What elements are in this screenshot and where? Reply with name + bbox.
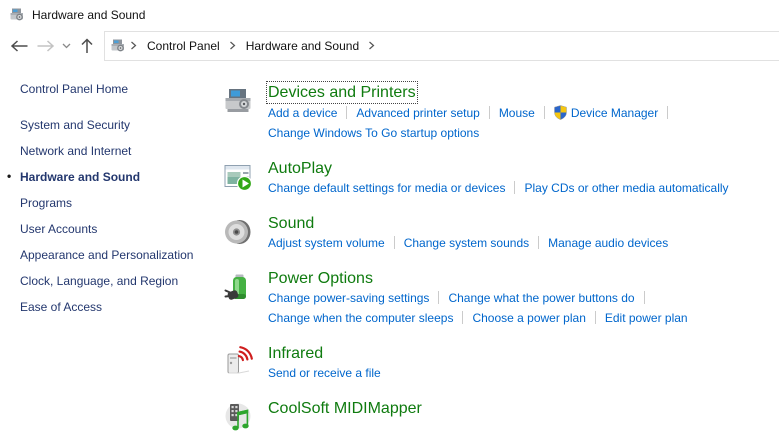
link-separator <box>438 291 439 304</box>
section-body: CoolSoft MIDIMapper <box>268 399 422 433</box>
link-separator <box>394 236 395 249</box>
link-add-a-device[interactable]: Add a device <box>268 106 337 120</box>
sidebar-item-label: User Accounts <box>20 222 97 236</box>
sidebar-item-clock-language-and-region[interactable]: Clock, Language, and Region <box>20 273 210 289</box>
midimapper-icon <box>222 401 254 433</box>
active-item-bullet: • <box>7 168 11 184</box>
section-title-infrared[interactable]: Infrared <box>268 344 323 363</box>
breadcrumb-control-panel[interactable]: Control Panel <box>142 39 225 53</box>
sidebar-item-user-accounts[interactable]: User Accounts <box>20 221 210 237</box>
breadcrumb-chevron-icon[interactable] <box>364 41 380 50</box>
hardware-and-sound-icon <box>9 7 25 23</box>
task-links-row: Send or receive a file <box>268 366 381 381</box>
task-links-row: Change Windows To Go startup options <box>268 126 677 141</box>
section-title-power-options[interactable]: Power Options <box>268 269 373 288</box>
section-sound: Sound Adjust system volume Change system s… <box>222 214 779 256</box>
autoplay-icon <box>222 161 254 193</box>
section-body: AutoPlay Change default settings for medi… <box>268 159 729 201</box>
link-edit-power-plan[interactable]: Edit power plan <box>605 311 688 325</box>
sidebar-item-label: System and Security <box>20 118 130 132</box>
link-change-power-saving-settings[interactable]: Change power-saving settings <box>268 291 429 305</box>
breadcrumb-chevron-icon[interactable] <box>126 41 142 50</box>
breadcrumb-hardware-and-sound[interactable]: Hardware and Sound <box>241 39 364 53</box>
link-separator <box>462 311 463 324</box>
link-device-manager[interactable]: Device Manager <box>554 106 658 120</box>
link-separator <box>346 106 347 119</box>
sidebar-item-label: Control Panel Home <box>20 82 128 96</box>
link-change-system-sounds[interactable]: Change system sounds <box>404 236 529 250</box>
window-title: Hardware and Sound <box>32 8 145 22</box>
up-arrow-icon[interactable] <box>74 33 100 59</box>
link-choose-a-power-plan[interactable]: Choose a power plan <box>472 311 585 325</box>
section-title-coolsoft-midimapper[interactable]: CoolSoft MIDIMapper <box>268 399 422 418</box>
breadcrumb-chevron-icon[interactable] <box>225 41 241 50</box>
section-autoplay: AutoPlay Change default settings for medi… <box>222 159 779 201</box>
section-body: Sound Adjust system volume Change system s… <box>268 214 668 256</box>
titlebar: Hardware and Sound <box>0 0 779 30</box>
control-panel-window: Hardware and Sound <box>0 0 779 446</box>
section-body: Power Options Change power-saving setting… <box>268 269 688 331</box>
infrared-icon <box>222 346 254 378</box>
sidebar-item-ease-of-access[interactable]: Ease of Access <box>20 299 210 315</box>
link-separator <box>644 291 645 304</box>
navigation-bar: Control Panel Hardware and Sound <box>0 30 779 62</box>
link-separator <box>595 311 596 324</box>
sidebar-item-label: Ease of Access <box>20 300 102 314</box>
section-devices-and-printers: Devices and Printers Add a device Advanced… <box>222 83 779 146</box>
task-links-row: Adjust system volume Change system sounds… <box>268 236 668 251</box>
link-adjust-system-volume[interactable]: Adjust system volume <box>268 236 385 250</box>
sidebar-item-label: Appearance and Personalization <box>20 248 193 262</box>
sidebar-item-label: Programs <box>20 196 72 210</box>
sidebar-item-control-panel-home[interactable]: Control Panel Home <box>20 81 210 97</box>
back-arrow-icon[interactable] <box>6 33 32 59</box>
link-change-default-settings-for-media-or-devices[interactable]: Change default settings for media or dev… <box>268 181 505 195</box>
task-links-row: Change default settings for media or dev… <box>268 181 729 196</box>
link-change-what-the-power-buttons-do[interactable]: Change what the power buttons do <box>448 291 634 305</box>
main-content: Devices and Printers Add a device Advanced… <box>222 62 779 446</box>
sidebar-item-programs[interactable]: Programs <box>20 195 210 211</box>
address-bar[interactable]: Control Panel Hardware and Sound <box>104 31 779 61</box>
control-panel-icon <box>110 38 126 54</box>
link-manage-audio-devices[interactable]: Manage audio devices <box>548 236 668 250</box>
link-change-when-the-computer-sleeps[interactable]: Change when the computer sleeps <box>268 311 453 325</box>
link-play-cds-or-other-media-automatically[interactable]: Play CDs or other media automatically <box>524 181 728 195</box>
task-links-row: Change when the computer sleeps Choose a … <box>268 311 688 326</box>
link-mouse[interactable]: Mouse <box>499 106 535 120</box>
link-separator <box>667 106 668 119</box>
link-advanced-printer-setup[interactable]: Advanced printer setup <box>356 106 479 120</box>
link-separator <box>514 181 515 194</box>
section-title-sound[interactable]: Sound <box>268 214 314 233</box>
uac-shield-icon <box>554 105 567 120</box>
sidebar-item-label: Clock, Language, and Region <box>20 274 178 288</box>
sidebar: Control Panel Home System and Security Net… <box>0 62 222 325</box>
link-separator <box>489 106 490 119</box>
section-coolsoft-midimapper: CoolSoft MIDIMapper <box>222 399 779 433</box>
link-send-or-receive-a-file[interactable]: Send or receive a file <box>268 366 381 380</box>
section-body: Devices and Printers Add a device Advanced… <box>268 83 677 146</box>
sidebar-item-hardware-and-sound[interactable]: •Hardware and Sound <box>20 169 210 185</box>
power-options-icon <box>222 271 254 303</box>
sound-icon <box>222 216 254 248</box>
content-area: Control Panel Home System and Security Net… <box>0 62 779 446</box>
link-separator <box>544 106 545 119</box>
nav-buttons <box>0 33 104 59</box>
forward-arrow-icon[interactable] <box>32 33 58 59</box>
link-separator <box>538 236 539 249</box>
link-change-windows-to-go-startup-options[interactable]: Change Windows To Go startup options <box>268 126 479 140</box>
sidebar-item-network-and-internet[interactable]: Network and Internet <box>20 143 210 159</box>
section-body: Infrared Send or receive a file <box>268 344 381 386</box>
sidebar-item-label: Hardware and Sound <box>20 170 140 184</box>
section-infrared: Infrared Send or receive a file <box>222 344 779 386</box>
sidebar-item-appearance-and-personalization[interactable]: Appearance and Personalization <box>20 247 210 263</box>
sidebar-item-label: Network and Internet <box>20 144 131 158</box>
task-links-row: Change power-saving settings Change what … <box>268 291 688 306</box>
section-title-autoplay[interactable]: AutoPlay <box>268 159 332 178</box>
section-title-devices-and-printers[interactable]: Devices and Printers <box>268 83 416 102</box>
section-power-options: Power Options Change power-saving setting… <box>222 269 779 331</box>
task-links-row: Add a device Advanced printer setup Mouse D… <box>268 105 677 121</box>
devices-and-printers-icon <box>222 85 254 117</box>
chevron-down-icon[interactable] <box>58 33 74 59</box>
breadcrumb: Control Panel Hardware and Sound <box>126 39 380 53</box>
sidebar-item-system-and-security[interactable]: System and Security <box>20 117 210 133</box>
